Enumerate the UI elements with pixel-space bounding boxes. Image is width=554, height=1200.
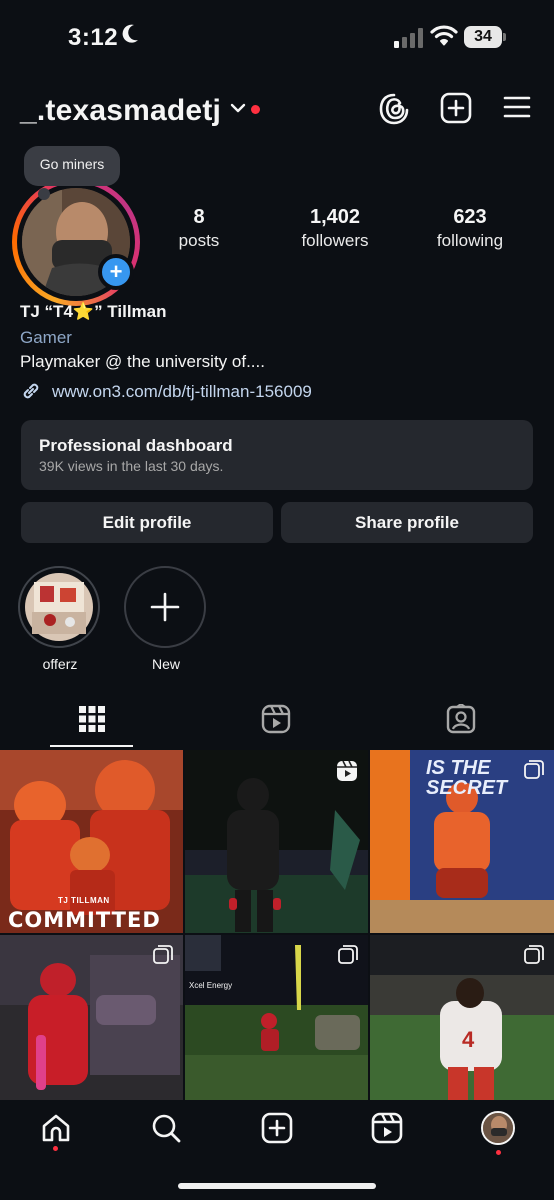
display-name: TJ “T4⭐️” Tillman bbox=[20, 302, 167, 321]
carousel-icon bbox=[153, 945, 173, 964]
share-profile-button[interactable]: Share profile bbox=[281, 502, 533, 543]
post-jersey-number: 4 bbox=[462, 1027, 475, 1052]
dashboard-subtitle: 39K views in the last 30 days. bbox=[39, 458, 224, 474]
posts-number: 8 bbox=[193, 206, 205, 228]
signal-icon bbox=[394, 28, 423, 48]
create-post-icon[interactable] bbox=[440, 92, 472, 124]
post-thumbnail[interactable]: TJ TILLMAN COMMITTED bbox=[0, 750, 183, 933]
highlight-cover bbox=[18, 566, 100, 648]
reel-icon bbox=[337, 760, 357, 781]
profile-header: _.texasmadetj bbox=[0, 84, 554, 134]
carousel-icon bbox=[338, 945, 358, 964]
followers-number: 1,402 bbox=[309, 206, 361, 228]
tagged-tab-icon[interactable] bbox=[446, 704, 476, 734]
home-indicator bbox=[178, 1183, 376, 1189]
moon-icon bbox=[122, 24, 138, 43]
following-count[interactable]: 623 following bbox=[424, 206, 516, 251]
professional-dashboard[interactable]: Professional dashboard 39K views in the … bbox=[21, 420, 533, 490]
new-highlight-button[interactable]: New bbox=[124, 566, 208, 672]
post-thumbnail[interactable]: 4 bbox=[370, 935, 554, 1100]
dashboard-title: Professional dashboard bbox=[39, 436, 233, 455]
bio-text[interactable]: Playmaker @ the university of.... bbox=[20, 352, 265, 372]
home-icon[interactable] bbox=[40, 1112, 72, 1144]
new-highlight-circle bbox=[124, 566, 206, 648]
highlight-label: offerz bbox=[42, 656, 78, 672]
post-overlay-subtitle: TJ TILLMAN bbox=[58, 896, 110, 905]
battery-indicator: 34 bbox=[464, 26, 506, 48]
highlight-offerz[interactable]: offerz bbox=[18, 566, 102, 672]
chevron-down-icon[interactable] bbox=[230, 102, 246, 114]
note-text: Go miners bbox=[39, 156, 105, 172]
profile-tab-avatar-image bbox=[483, 1113, 513, 1143]
home-notification-dot bbox=[53, 1146, 58, 1151]
wifi-icon bbox=[430, 25, 458, 46]
plus-icon bbox=[150, 592, 180, 622]
post-thumbnail[interactable]: IS THE SECRET bbox=[370, 750, 554, 933]
post-image bbox=[0, 750, 183, 933]
create-icon[interactable] bbox=[261, 1112, 293, 1144]
menu-icon[interactable] bbox=[502, 92, 532, 122]
profile-notification-dot bbox=[496, 1150, 501, 1155]
following-number: 623 bbox=[453, 206, 487, 228]
posts-grid: TJ TILLMAN COMMITTED IS THE SECRET Xcel … bbox=[0, 750, 554, 1100]
new-highlight-label: New bbox=[151, 656, 180, 672]
username-switcher[interactable]: _.texasmadetj bbox=[20, 94, 221, 128]
notification-dot bbox=[251, 105, 260, 114]
active-tab-indicator bbox=[50, 745, 133, 747]
posts-label: posts bbox=[178, 231, 220, 250]
post-thumbnail[interactable] bbox=[0, 935, 183, 1100]
post-thumbnail[interactable]: Xcel Energy bbox=[185, 935, 368, 1100]
carousel-icon bbox=[524, 760, 544, 779]
link-icon bbox=[23, 383, 39, 399]
reels-tab-icon[interactable] bbox=[261, 704, 291, 734]
battery-cap bbox=[503, 33, 506, 41]
status-bar: 3:12 34 bbox=[0, 0, 554, 76]
followers-label: followers bbox=[301, 231, 369, 250]
note-bubble-tail bbox=[38, 188, 50, 200]
threads-icon[interactable] bbox=[378, 92, 410, 126]
carousel-icon bbox=[524, 945, 544, 964]
bio-link-text: www.on3.com/db/tj-tillman-156009 bbox=[52, 382, 312, 401]
following-label: following bbox=[436, 231, 504, 250]
post-thumbnail[interactable] bbox=[185, 750, 368, 933]
post-ad-text: Xcel Energy bbox=[189, 981, 233, 990]
search-icon[interactable] bbox=[150, 1112, 182, 1144]
battery-level: 34 bbox=[464, 26, 502, 48]
grid-tab-icon[interactable] bbox=[77, 704, 107, 734]
note-bubble[interactable]: Go miners bbox=[24, 146, 120, 186]
profile-tab-avatar[interactable] bbox=[481, 1111, 515, 1145]
post-overlay-title: COMMITTED bbox=[8, 908, 161, 932]
status-time: 3:12 bbox=[68, 24, 119, 51]
reels-icon[interactable] bbox=[371, 1112, 403, 1144]
posts-count[interactable]: 8 posts bbox=[170, 206, 228, 251]
highlight-cover-image bbox=[25, 573, 93, 641]
followers-count[interactable]: 1,402 followers bbox=[290, 206, 380, 251]
edit-profile-button[interactable]: Edit profile bbox=[21, 502, 273, 543]
add-story-icon[interactable]: + bbox=[98, 254, 134, 290]
profile-category: Gamer bbox=[20, 328, 72, 347]
